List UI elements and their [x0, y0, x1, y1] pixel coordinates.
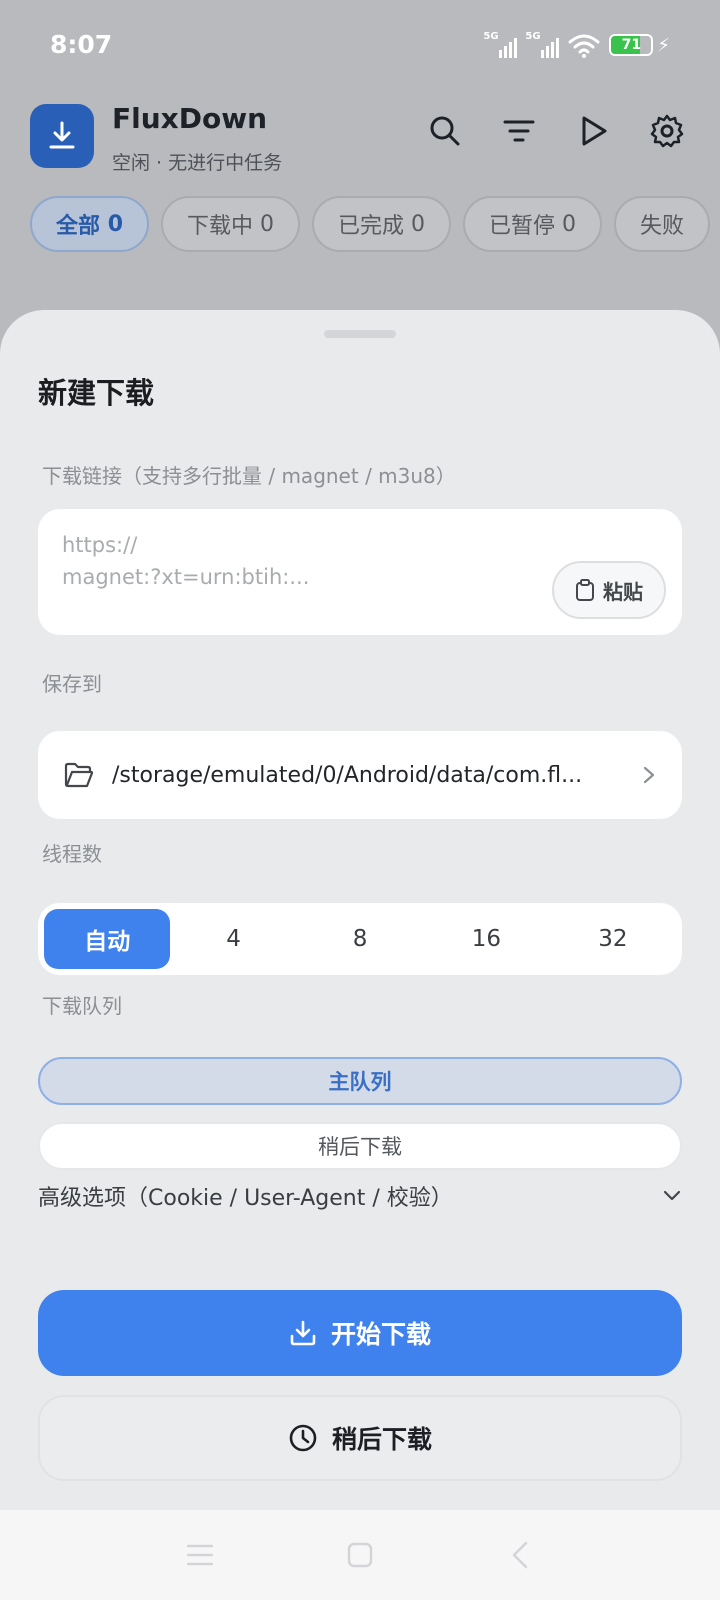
charging-icon: ⚡ [657, 34, 670, 56]
queue-option-later[interactable]: 稍后下载 [38, 1122, 682, 1170]
recents-button[interactable] [180, 1535, 220, 1575]
menu-icon [186, 1544, 214, 1566]
chevron-right-icon [643, 766, 655, 784]
play-icon [582, 116, 607, 146]
clipboard-icon [576, 579, 594, 601]
signal-icon: 5G [483, 31, 518, 59]
sheet-drag-handle[interactable] [324, 330, 396, 338]
wifi-icon [568, 34, 600, 58]
threads-option-8[interactable]: 8 [297, 909, 423, 969]
threads-selector: 自动 4 8 16 32 [38, 903, 682, 975]
threads-option-auto[interactable]: 自动 [44, 909, 171, 969]
filter-chip-count: 0 [562, 211, 577, 237]
navigation-bar [0, 1510, 720, 1600]
app-header: FluxDown 空闲 · 无进行中任务 [0, 98, 720, 178]
status-bar: 8:07 5G 5G 71 ⚡ [0, 0, 720, 90]
folder-icon [64, 762, 94, 788]
url-placeholder: https:// magnet:?xt=urn:btih:... [62, 533, 310, 589]
signal-label: 5G [525, 31, 541, 42]
save-path: /storage/emulated/0/Android/data/com.fl.… [112, 762, 583, 788]
search-button[interactable] [424, 110, 466, 152]
play-button[interactable] [572, 110, 614, 152]
paste-label: 粘贴 [603, 579, 643, 604]
url-section-label: 下载链接（支持多行批量 / magnet / m3u8） [42, 464, 456, 488]
back-button[interactable] [500, 1535, 540, 1575]
filter-chip-label: 下载中 [187, 214, 254, 239]
save-location-row[interactable]: /storage/emulated/0/Android/data/com.fl.… [38, 731, 682, 819]
filter-tabs: 全部 0 下载中 0 已完成 0 已暂停 0 失败 [30, 196, 711, 252]
clock-icon [289, 1424, 317, 1452]
save-section-label: 保存到 [42, 672, 102, 696]
threads-option-4[interactable]: 4 [170, 909, 296, 969]
app-status-text: 空闲 · 无进行中任务 [112, 152, 283, 174]
queue-section-label: 下载队列 [42, 994, 122, 1018]
sheet-title: 新建下载 [38, 376, 155, 410]
threads-option-32[interactable]: 32 [550, 909, 676, 969]
download-later-label: 稍后下载 [331, 1425, 432, 1454]
gear-icon [650, 114, 684, 148]
home-button[interactable] [340, 1535, 380, 1575]
app-title: FluxDown [112, 102, 267, 135]
back-icon [512, 1541, 528, 1569]
advanced-options-label: 高级选项（Cookie / User-Agent / 校验） [38, 1186, 453, 1211]
queue-option-main[interactable]: 主队列 [38, 1057, 682, 1105]
start-download-label: 开始下载 [330, 1320, 431, 1349]
filter-icon [503, 120, 535, 142]
filter-chip-completed[interactable]: 已完成 0 [312, 196, 452, 252]
signal-label: 5G [483, 31, 499, 42]
filter-chip-label: 已完成 [338, 214, 405, 239]
filter-chip-count: 0 [411, 211, 426, 237]
battery-icon: 71 ⚡ [609, 34, 670, 56]
url-input[interactable]: https:// magnet:?xt=urn:btih:... 粘贴 [38, 509, 682, 635]
filter-chip-count: 0 [107, 211, 123, 237]
threads-option-16[interactable]: 16 [423, 909, 549, 969]
filter-chip-failed[interactable]: 失败 [614, 196, 711, 252]
header-actions [424, 110, 688, 152]
signal-icon: 5G [525, 31, 560, 59]
settings-button[interactable] [646, 110, 688, 152]
filter-button[interactable] [498, 110, 540, 152]
filter-chip-label: 失败 [640, 214, 685, 239]
status-icons: 5G 5G 71 ⚡ [483, 30, 670, 60]
battery-level: 71 [621, 37, 642, 53]
download-later-button[interactable]: 稍后下载 [38, 1395, 682, 1481]
filter-chip-all[interactable]: 全部 0 [30, 196, 149, 252]
start-download-button[interactable]: 开始下载 [38, 1290, 682, 1376]
threads-section-label: 线程数 [42, 842, 102, 866]
home-icon [347, 1542, 373, 1568]
app-logo [30, 104, 94, 168]
download-icon [290, 1320, 316, 1346]
paste-button[interactable]: 粘贴 [552, 561, 666, 619]
filter-chip-label: 全部 [56, 214, 101, 239]
filter-chip-count: 0 [260, 211, 275, 237]
new-download-sheet: 新建下载 下载链接（支持多行批量 / magnet / m3u8） https:… [0, 310, 720, 1510]
search-icon [430, 116, 460, 146]
download-icon [49, 121, 75, 149]
status-time: 8:07 [50, 30, 113, 59]
filter-chip-paused[interactable]: 已暂停 0 [463, 196, 603, 252]
chevron-down-icon [663, 1190, 681, 1201]
advanced-options-toggle[interactable]: 高级选项（Cookie / User-Agent / 校验） [38, 1176, 682, 1216]
filter-chip-downloading[interactable]: 下载中 0 [161, 196, 301, 252]
filter-chip-label: 已暂停 [489, 214, 556, 239]
